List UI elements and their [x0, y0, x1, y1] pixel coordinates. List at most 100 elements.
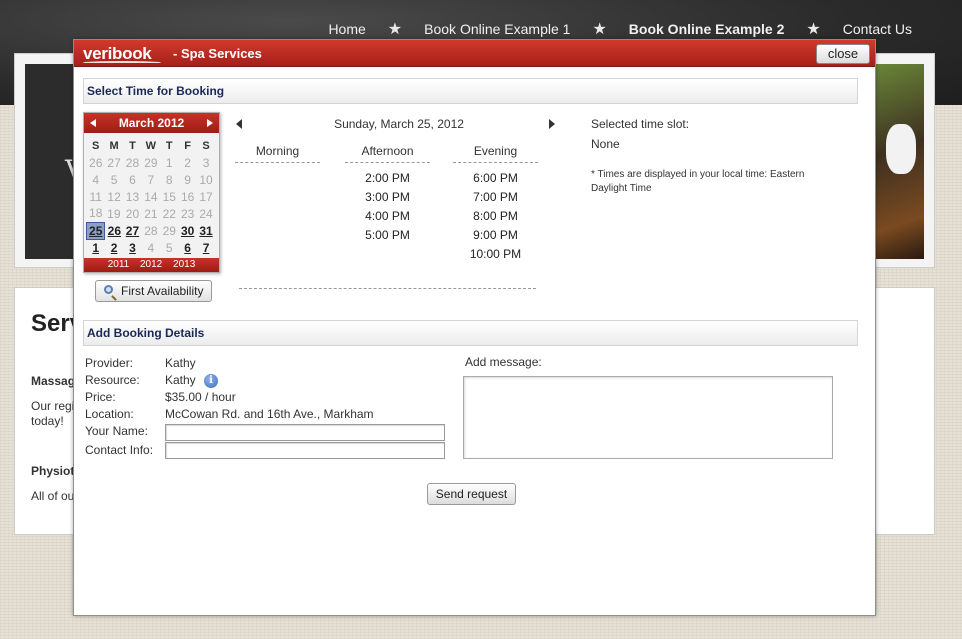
calendar-day-available[interactable]: 30 — [178, 222, 196, 239]
weekday-label: W — [145, 139, 157, 152]
time-slot[interactable]: 10:00 PM — [453, 247, 538, 261]
calendar-day: 8 — [165, 172, 173, 187]
calendar-day: 11 — [89, 189, 102, 204]
date-picker: March 2012 S M T W T F S 26 27 28 29 1 2 3 4 5 6 7 8 9 10 11 1… — [83, 112, 220, 273]
calendar-week-row: 25 26 27 28 29 30 31 — [85, 221, 216, 240]
calendar-day: 28 — [144, 223, 158, 238]
calendar-day: 7 — [147, 172, 155, 187]
section-heading-physio: Physiot — [31, 464, 75, 478]
calendar-day-available[interactable]: 7 — [197, 239, 215, 256]
calendar-day: 23 — [180, 206, 195, 221]
calendar-day: 21 — [144, 206, 158, 221]
section-header-details: Add Booking Details — [83, 320, 858, 346]
close-button[interactable]: close — [816, 44, 870, 64]
towel-image — [886, 124, 916, 174]
calendar-day-available[interactable]: 3 — [123, 239, 141, 256]
calendar-day: 24 — [199, 206, 213, 221]
name-input[interactable] — [165, 424, 445, 441]
calendar-year-bar: 2011 2012 2013 — [84, 258, 219, 272]
provider-value: Kathy — [165, 356, 196, 370]
time-slot[interactable]: 7:00 PM — [453, 190, 538, 204]
time-slot[interactable]: 2:00 PM — [345, 171, 430, 185]
calendar-day: 29 — [162, 223, 176, 238]
first-availability-label: First Availability — [121, 284, 204, 298]
time-slot[interactable]: 3:00 PM — [345, 190, 430, 204]
timezone-note: * Times are displayed in your local time… — [591, 169, 805, 194]
calendar-day-available[interactable]: 6 — [178, 239, 196, 256]
calendar-day-available[interactable]: 27 — [123, 222, 141, 239]
booking-modal: veribook - Spa Services close Select Tim… — [73, 39, 876, 616]
nav-home[interactable]: Home — [328, 21, 365, 37]
modal-title: - Spa Services — [173, 46, 262, 61]
main-nav: Home ★ Book Online Example 1 ★ Book Onli… — [328, 19, 912, 39]
calendar-week-row: 26 27 28 29 1 2 3 — [87, 154, 216, 171]
calendar-day: 22 — [162, 206, 176, 221]
weekday-label: S — [202, 139, 210, 152]
calendar-day: 14 — [144, 189, 158, 204]
star-icon: ★ — [806, 21, 821, 38]
info-icon[interactable]: i — [204, 374, 218, 388]
time-slot[interactable]: 5:00 PM — [345, 228, 430, 242]
calendar-day: 20 — [125, 206, 140, 221]
star-icon: ★ — [387, 21, 403, 38]
message-textarea[interactable] — [463, 376, 833, 459]
calendar-day: 4 — [147, 240, 155, 255]
calendar-day-available[interactable]: 1 — [87, 239, 105, 256]
weekday-label: T — [129, 139, 136, 152]
calendar-day-available[interactable]: 2 — [105, 239, 123, 256]
nav-book-online-1[interactable]: Book Online Example 1 — [424, 21, 570, 37]
section-heading-massage: Massag — [31, 374, 76, 388]
calendar-day: 15 — [162, 189, 176, 204]
calendar-day: 3 — [202, 155, 210, 170]
location-label: Location: — [85, 407, 134, 421]
next-day-icon[interactable] — [549, 119, 555, 129]
calendar-day-available[interactable]: 31 — [197, 222, 215, 239]
column-afternoon: Afternoon — [345, 144, 430, 163]
provider-label: Provider: — [85, 356, 134, 370]
calendar-day: 6 — [129, 172, 136, 187]
section-header-time: Select Time for Booking — [83, 78, 858, 104]
magnifier-icon — [104, 285, 113, 294]
time-slot[interactable]: 4:00 PM — [345, 209, 430, 223]
calendar-day: 9 — [184, 172, 191, 187]
prev-month-icon[interactable] — [90, 119, 96, 127]
nav-book-online-2[interactable]: Book Online Example 2 — [629, 21, 785, 37]
calendar-day: 5 — [110, 172, 118, 187]
weekday-label: T — [165, 139, 173, 152]
prev-day-icon[interactable] — [236, 119, 242, 129]
calendar-week-row: 4 5 6 7 8 9 10 — [87, 171, 216, 188]
time-slot[interactable]: 6:00 PM — [453, 171, 538, 185]
calendar-day: 16 — [180, 189, 195, 204]
calendar-grid: S M T W T F S 26 27 28 29 1 2 3 4 5 6 7 8 9 10 11 12 13 14 15 16 17… — [85, 137, 216, 256]
modal-header: veribook - Spa Services close — [74, 40, 875, 67]
column-morning: Morning — [235, 144, 320, 163]
calendar-week-row: 1234567 — [87, 239, 216, 256]
calendar-header: March 2012 — [84, 113, 219, 133]
contact-input[interactable] — [165, 442, 445, 459]
year-link[interactable]: 2011 — [108, 259, 130, 270]
calendar-day-selected[interactable]: 25 — [85, 221, 106, 240]
year-link[interactable]: 2013 — [173, 259, 195, 270]
selected-slot-value: None — [591, 137, 620, 151]
price-value: $35.00 / hour — [165, 390, 236, 404]
star-icon: ★ — [592, 21, 607, 38]
weekday-row: SMTWTFS — [87, 137, 216, 154]
calendar-day: 2 — [184, 155, 191, 170]
resource-value: Kathy — [165, 373, 196, 387]
calendar-day-available[interactable]: 26 — [105, 222, 123, 239]
year-link[interactable]: 2012 — [140, 259, 162, 270]
calendar-day: 4 — [92, 172, 100, 187]
first-availability-button[interactable]: First Availability — [95, 280, 212, 302]
time-slot[interactable]: 9:00 PM — [453, 228, 538, 242]
calendar-day: 29 — [144, 155, 158, 170]
calendar-day: 19 — [107, 206, 121, 221]
calendar-day: 26 — [89, 155, 103, 170]
calendar-day: 13 — [125, 189, 140, 204]
nav-contact[interactable]: Contact Us — [843, 21, 912, 37]
time-slot[interactable]: 8:00 PM — [453, 209, 538, 223]
next-month-icon[interactable] — [207, 119, 213, 127]
weekday-label: S — [92, 139, 100, 152]
calendar-day: 18 — [89, 206, 103, 221]
send-request-button[interactable]: Send request — [427, 483, 516, 505]
selected-slot-panel: Selected time slot: None * Times are dis… — [591, 117, 831, 196]
